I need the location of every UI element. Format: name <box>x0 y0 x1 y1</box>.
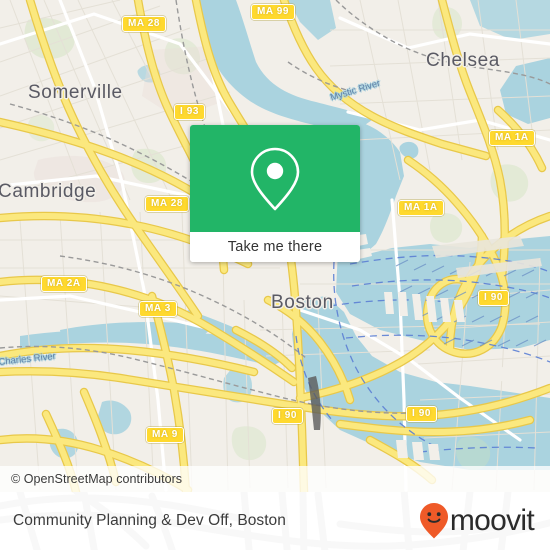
page-title: Community Planning & Dev Off, Boston <box>13 512 286 529</box>
location-pin-icon <box>250 147 300 210</box>
road-shield-i-93[interactable]: I 93 <box>174 104 206 120</box>
footer-bar: Community Planning & Dev Off, Boston moo… <box>0 492 550 550</box>
road-shield-i-90-east[interactable]: I 90 <box>478 290 510 306</box>
road-shield-ma-3[interactable]: MA 3 <box>139 301 177 317</box>
road-shield-ma-99[interactable]: MA 99 <box>251 4 296 20</box>
map-attribution-bar: © OpenStreetMap contributors <box>0 466 550 492</box>
attribution-text[interactable]: © OpenStreetMap contributors <box>0 472 182 486</box>
road-shield-ma-28-north[interactable]: MA 28 <box>122 16 167 32</box>
moovit-brand-logo[interactable]: moovit <box>419 502 535 540</box>
moovit-smiley-pin-icon <box>419 503 448 539</box>
popup-pin-area <box>190 125 360 232</box>
road-shield-i-90-center[interactable]: I 90 <box>272 408 304 424</box>
map-screenshot: Somerville Cambridge Chelsea Boston Myst… <box>0 0 550 550</box>
road-shield-i-90-seaport[interactable]: I 90 <box>406 406 438 422</box>
moovit-wordmark: moovit <box>449 504 535 537</box>
road-shield-ma-1a-south[interactable]: MA 1A <box>398 200 444 216</box>
road-shield-ma-1a-north[interactable]: MA 1A <box>489 130 535 146</box>
road-shield-ma-2a[interactable]: MA 2A <box>41 276 87 292</box>
take-me-there-button[interactable]: Take me there <box>190 232 360 262</box>
location-popup-card[interactable]: Take me there <box>190 125 360 262</box>
road-shield-ma-9[interactable]: MA 9 <box>146 427 184 443</box>
road-shield-ma-28-south[interactable]: MA 28 <box>145 196 190 212</box>
map-canvas[interactable]: Somerville Cambridge Chelsea Boston Myst… <box>0 0 550 492</box>
